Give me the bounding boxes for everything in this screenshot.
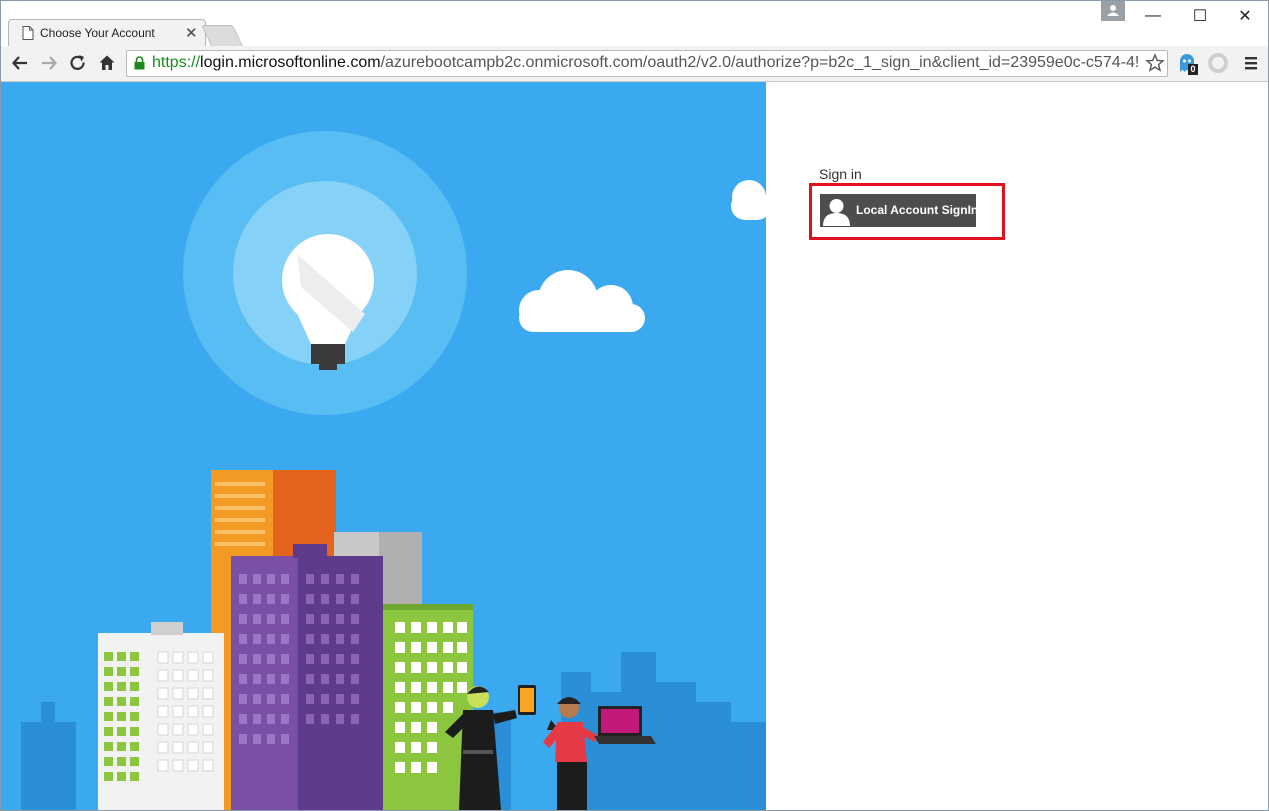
close-window-button[interactable]: ✕ — [1222, 1, 1268, 31]
menu-icon — [1245, 57, 1257, 70]
lightbulb-icon — [183, 131, 467, 415]
signin-heading: Sign in — [819, 166, 862, 182]
reload-icon — [70, 55, 85, 70]
cloud — [731, 180, 766, 220]
cloud — [519, 270, 645, 332]
home-button[interactable] — [96, 52, 118, 74]
city-illustration — [21, 131, 766, 810]
maximize-button[interactable]: ☐ — [1177, 1, 1223, 31]
browser-toolbar: https://login.microsoftonline.com/azureb… — [1, 46, 1268, 82]
local-account-signin-button[interactable]: Local Account SignIn — [820, 194, 979, 227]
signin-panel: Sign in Local Account SignIn — [766, 82, 1268, 810]
user-icon — [1107, 5, 1119, 16]
opera-extension[interactable] — [1207, 52, 1229, 74]
profile-button[interactable] — [1101, 1, 1125, 21]
user-icon — [821, 195, 852, 226]
hero-illustration — [1, 82, 766, 810]
opera-icon — [1208, 53, 1228, 73]
browser-window: Choose Your Account ✕ — ☐ ✕ https://logi… — [0, 0, 1269, 811]
minimize-button[interactable]: — — [1130, 1, 1176, 31]
new-tab-button[interactable] — [201, 25, 243, 46]
title-bar: Choose Your Account ✕ — ☐ ✕ — [1, 1, 1268, 47]
tab-title: Choose Your Account — [40, 26, 155, 40]
local-account-signin-label: Local Account SignIn — [856, 203, 979, 217]
home-icon — [99, 55, 115, 70]
back-icon — [12, 56, 27, 70]
url-path: /azurebootcampb2c.onmicrosoft.com/oauth2… — [380, 54, 1140, 71]
ghostery-extension[interactable]: 0 — [1176, 52, 1198, 75]
url-host: login.microsoftonline.com — [200, 54, 381, 71]
url-text: https://login.microsoftonline.com/azureb… — [152, 54, 1139, 72]
extension-badge: 0 — [1188, 64, 1198, 75]
forward-icon — [42, 56, 57, 70]
lock-icon — [134, 56, 145, 70]
page-icon — [22, 26, 34, 40]
forward-button[interactable] — [38, 52, 60, 74]
url-scheme: https:// — [152, 54, 201, 71]
back-button[interactable] — [9, 52, 31, 74]
browser-tab[interactable]: Choose Your Account ✕ — [8, 19, 206, 47]
reload-button[interactable] — [67, 52, 89, 74]
close-icon[interactable]: ✕ — [185, 24, 198, 42]
star-icon[interactable] — [1145, 53, 1165, 73]
menu-button[interactable] — [1240, 52, 1262, 74]
address-bar[interactable]: https://login.microsoftonline.com/azureb… — [126, 50, 1168, 77]
